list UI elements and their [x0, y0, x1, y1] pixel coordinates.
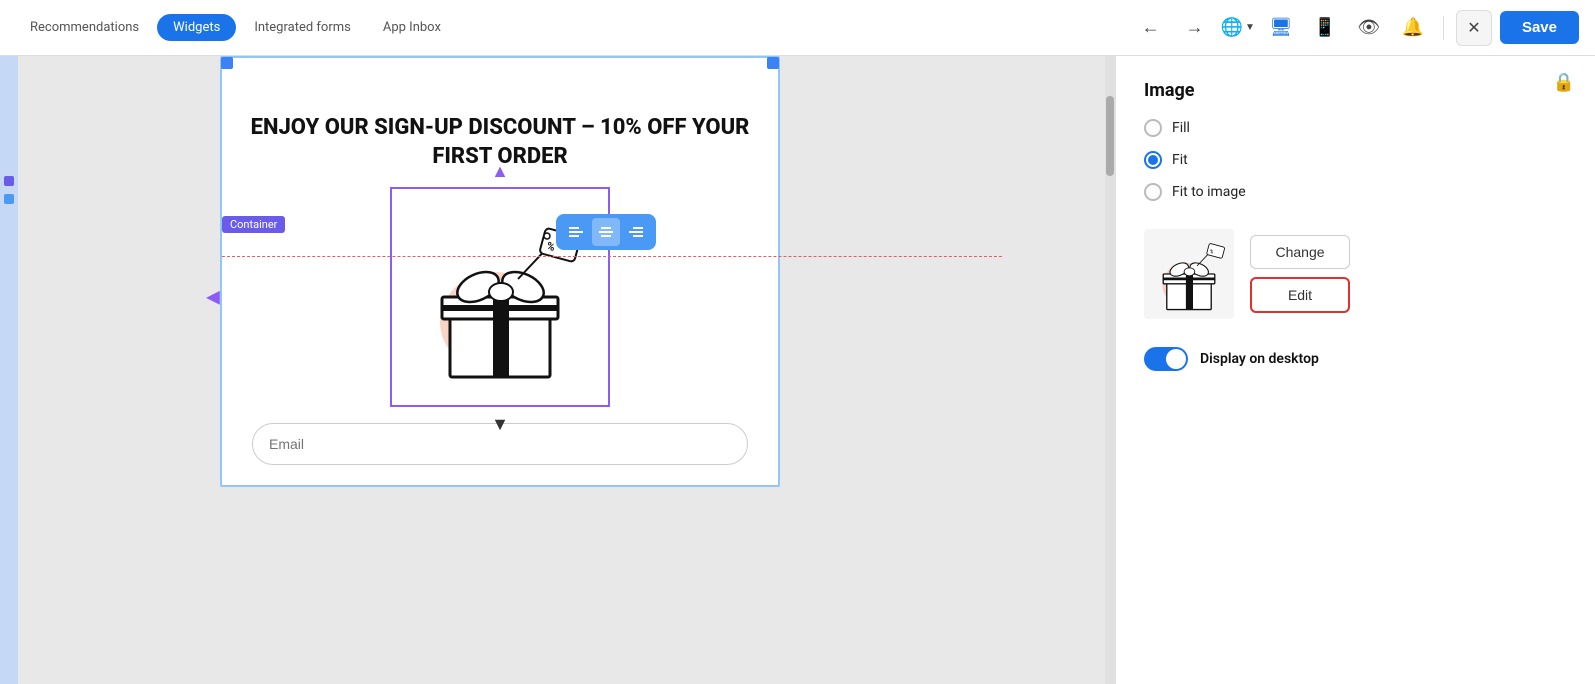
tab-app-inbox[interactable]: App Inbox [369, 14, 455, 41]
action-buttons: Change Edit [1250, 235, 1350, 313]
right-panel: 🔒 Image Fill Fit Fit to image [1115, 56, 1595, 684]
radio-fit-to-image[interactable]: Fit to image [1144, 183, 1567, 201]
radio-fill-label: Fill [1172, 120, 1190, 136]
radio-fit[interactable]: Fit [1144, 151, 1567, 169]
widget-content: ENJOY OUR SIGN-UP DISCOUNT – 10% OFF YOU… [222, 58, 778, 485]
align-left-button[interactable] [562, 218, 590, 246]
radio-fit-label: Fit [1172, 152, 1188, 168]
tab-recommendations[interactable]: Recommendations [16, 14, 153, 41]
notifications-button[interactable]: 🔔 [1395, 10, 1431, 46]
image-actions: % Change Edit [1144, 229, 1567, 319]
panel-title: Image [1144, 80, 1567, 101]
globe-icon: 🌐 [1221, 17, 1243, 38]
top-toolbar: Recommendations Widgets Integrated forms… [0, 0, 1595, 56]
edit-button[interactable]: Edit [1250, 277, 1350, 313]
handle-top-left[interactable] [221, 57, 233, 69]
tab-bar: Recommendations Widgets Integrated forms… [16, 14, 455, 41]
display-desktop-toggle-row: Display on desktop [1144, 347, 1567, 371]
radio-fill[interactable]: Fill [1144, 119, 1567, 137]
desktop-view-button[interactable]: 🖥 [1263, 10, 1299, 46]
display-desktop-label: Display on desktop [1200, 351, 1319, 367]
image-preview-thumbnail: % [1144, 229, 1234, 319]
toolbar-actions: ← → 🌐 ▼ 🖥 📱 👁 🔔 ✕ Save [1133, 10, 1579, 46]
lock-icon: 🔒 [1553, 72, 1575, 93]
radio-fit-to-image-label: Fit to image [1172, 184, 1246, 200]
language-button[interactable]: 🌐 ▼ [1221, 17, 1255, 38]
radio-fit-circle[interactable] [1144, 151, 1162, 169]
container-label: Container [222, 216, 285, 233]
arrow-down-handle[interactable]: ▼ [491, 414, 509, 435]
preview-button[interactable]: 👁 [1351, 10, 1387, 46]
radio-fill-circle[interactable] [1144, 119, 1162, 137]
align-center-button[interactable] [592, 218, 620, 246]
image-wrapper: ▲ ◀ [242, 187, 758, 407]
redo-button[interactable]: → [1177, 10, 1213, 46]
divider [1443, 16, 1444, 40]
tab-widgets[interactable]: Widgets [157, 14, 236, 41]
left-dot-2 [4, 194, 14, 204]
align-toolbar [556, 214, 656, 250]
image-sizing-radio-group: Fill Fit Fit to image [1144, 119, 1567, 201]
preview-gift-svg: % [1149, 234, 1229, 314]
arrow-left-handle[interactable]: ◀ [206, 287, 220, 308]
radio-fit-to-image-circle[interactable] [1144, 183, 1162, 201]
toggle-knob [1166, 349, 1186, 369]
align-right-button[interactable] [622, 218, 650, 246]
mobile-view-button[interactable]: 📱 [1307, 10, 1343, 46]
main-area: Container ENJOY OUR SIGN-UP DISCOUNT – 1… [0, 56, 1595, 684]
arrow-up-handle[interactable]: ▲ [491, 161, 509, 182]
change-button[interactable]: Change [1250, 235, 1350, 269]
left-accent-bar [0, 56, 18, 684]
left-dot-1 [4, 176, 14, 186]
handle-top-right[interactable] [767, 57, 779, 69]
caret-down-icon: ▼ [1245, 22, 1255, 33]
close-button[interactable]: ✕ [1456, 10, 1492, 46]
scrollbar-track[interactable] [1105, 56, 1115, 684]
tab-integrated-forms[interactable]: Integrated forms [240, 14, 365, 41]
widget-container[interactable]: ENJOY OUR SIGN-UP DISCOUNT – 10% OFF YOU… [220, 56, 780, 487]
canvas-area: Container ENJOY OUR SIGN-UP DISCOUNT – 1… [0, 56, 1115, 684]
display-desktop-toggle[interactable] [1144, 347, 1188, 371]
scrollbar-thumb[interactable] [1106, 96, 1114, 176]
undo-button[interactable]: ← [1133, 10, 1169, 46]
save-button[interactable]: Save [1500, 11, 1579, 44]
